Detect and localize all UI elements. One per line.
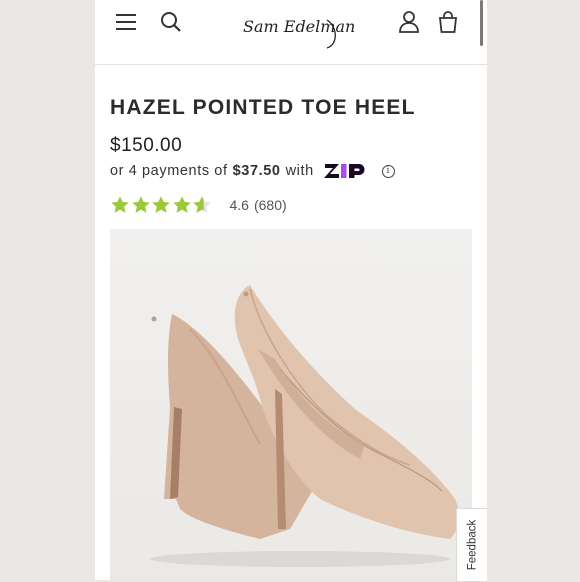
star-icon — [131, 196, 150, 213]
star-icon — [172, 196, 191, 213]
feedback-tab[interactable]: Feedback — [456, 508, 487, 582]
product-price: $150.00 — [110, 135, 183, 156]
star-rating — [110, 195, 213, 215]
partial-star-icon — [193, 196, 211, 213]
installment-prefix: or 4 payments of — [110, 163, 228, 179]
scrollbar[interactable] — [480, 0, 483, 46]
star-icon — [111, 196, 129, 213]
rating-value: 4.6 — [229, 197, 249, 213]
installment-offer: or 4 payments of $37.50 with i — [110, 160, 395, 182]
site-header: Sam Edelman — [95, 0, 487, 65]
review-count[interactable]: (680) — [254, 197, 287, 213]
hamburger-menu-icon[interactable] — [114, 10, 138, 34]
info-icon[interactable]: i — [381, 164, 395, 178]
product-title: HAZEL POINTED TOE HEEL — [110, 96, 416, 119]
zip-logo[interactable] — [323, 161, 374, 181]
feedback-label: Feedback — [466, 519, 479, 571]
user-icon[interactable] — [397, 10, 421, 34]
shoe-illustration — [150, 285, 460, 567]
brand-logo[interactable]: Sam Edelman — [235, 2, 355, 56]
star-icon — [152, 196, 170, 213]
installment-amount: $37.50 — [232, 163, 281, 179]
mobile-page: Sam Edelman HAZEL POINTED TOE HEEL $150.… — [95, 0, 487, 580]
brand-logo-text: Sam Edelman — [243, 17, 355, 36]
product-image[interactable] — [110, 229, 472, 580]
shopping-bag-icon[interactable] — [436, 10, 460, 34]
search-icon[interactable] — [159, 10, 183, 34]
installment-suffix: with — [285, 163, 314, 179]
rating-summary[interactable]: 4.6 (680) — [110, 193, 287, 217]
